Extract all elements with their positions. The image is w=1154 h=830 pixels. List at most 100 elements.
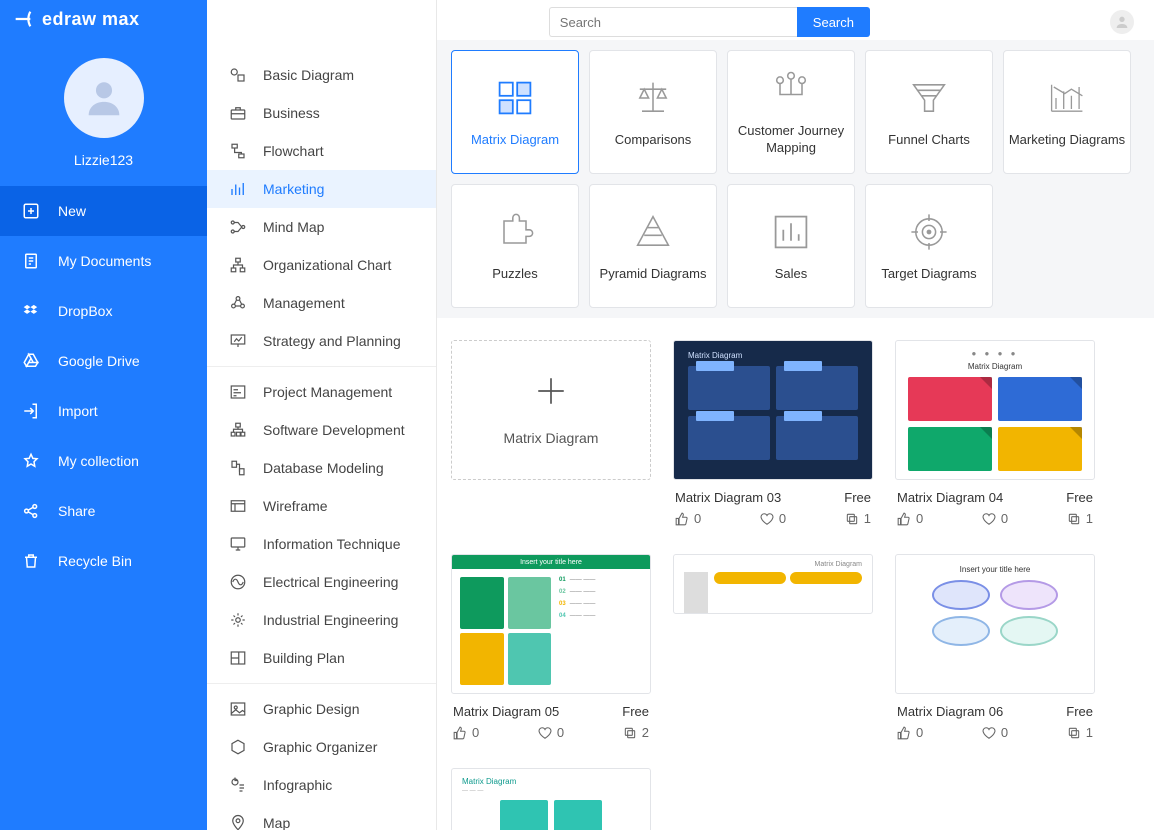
thumb-bar: Insert your title here	[452, 555, 650, 569]
sidebar-left: edraw max Lizzie123 New My Documents Dro…	[0, 0, 207, 830]
cat-software[interactable]: Software Development	[207, 411, 436, 449]
hex-icon	[229, 738, 247, 756]
tile-journey[interactable]: Customer Journey Mapping	[727, 50, 855, 174]
tile-sales[interactable]: Sales	[727, 184, 855, 308]
template-card[interactable]: Insert your title here01—— ——02—— ——03——…	[451, 554, 651, 748]
thumb-title: Matrix Diagram	[462, 777, 640, 786]
fav-stat[interactable]: 0	[982, 511, 1008, 526]
fav-stat[interactable]: 0	[982, 725, 1008, 740]
tile-puzzles[interactable]: Puzzles	[451, 184, 579, 308]
cat-info-tech[interactable]: Information Technique	[207, 525, 436, 563]
heart-icon	[982, 512, 996, 526]
avatar[interactable]	[64, 58, 144, 138]
cat-mindmap[interactable]: Mind Map	[207, 208, 436, 246]
like-count: 0	[694, 511, 701, 526]
tile-pyramid[interactable]: Pyramid Diagrams	[589, 184, 717, 308]
cat-strategy[interactable]: Strategy and Planning	[207, 322, 436, 360]
like-stat[interactable]: 0	[453, 725, 479, 740]
cat-label: Map	[263, 815, 290, 830]
thumb-title: Insert your title here	[910, 565, 1080, 574]
nav-import[interactable]: Import	[0, 386, 207, 436]
copy-stat[interactable]: 1	[1067, 511, 1093, 526]
thumbsup-icon	[897, 726, 911, 740]
nav-new[interactable]: New	[0, 186, 207, 236]
tile-target[interactable]: Target Diagrams	[865, 184, 993, 308]
template-card[interactable]: Insert your title here Matrix Diagram 06…	[895, 554, 1095, 748]
nav-gdrive[interactable]: Google Drive	[0, 336, 207, 386]
tile-funnel[interactable]: Funnel Charts	[865, 50, 993, 174]
trash-icon	[22, 552, 40, 570]
nav-label: New	[58, 203, 86, 219]
tile-matrix-diagram[interactable]: Matrix Diagram	[451, 50, 579, 174]
plus-icon	[534, 374, 568, 408]
template-price: Free	[1066, 490, 1093, 505]
matrix-icon	[493, 76, 537, 120]
cat-business[interactable]: Business	[207, 94, 436, 132]
search-button[interactable]: Search	[797, 7, 870, 37]
cat-label: Industrial Engineering	[263, 612, 398, 628]
nav-label: Recycle Bin	[58, 553, 132, 569]
target-icon	[907, 210, 951, 254]
profile-icon[interactable]	[1110, 10, 1134, 34]
cat-electrical[interactable]: Electrical Engineering	[207, 563, 436, 601]
cat-flowchart[interactable]: Flowchart	[207, 132, 436, 170]
nav-recycle[interactable]: Recycle Bin	[0, 536, 207, 586]
cat-label: Information Technique	[263, 536, 401, 552]
template-card[interactable]: ● ● ● ●Matrix Diagram Matrix Diagram 04F…	[895, 340, 1095, 534]
cat-building[interactable]: Building Plan	[207, 639, 436, 677]
copy-icon	[1067, 726, 1081, 740]
cat-graphic-org[interactable]: Graphic Organizer	[207, 728, 436, 766]
cat-graphic-design[interactable]: Graphic Design	[207, 690, 436, 728]
copy-stat[interactable]: 1	[1067, 725, 1093, 740]
cat-infographic[interactable]: Infographic	[207, 766, 436, 804]
copy-stat[interactable]: 2	[623, 725, 649, 740]
floorplan-icon	[229, 649, 247, 667]
nav-collection[interactable]: My collection	[0, 436, 207, 486]
thumbsup-icon	[897, 512, 911, 526]
cat-orgchart[interactable]: Organizational Chart	[207, 246, 436, 284]
template-thumb: Matrix Diagram	[673, 340, 873, 480]
gear-icon	[229, 611, 247, 629]
cat-label: Project Management	[263, 384, 392, 400]
nav-label: Share	[58, 503, 95, 519]
cat-basic-diagram[interactable]: Basic Diagram	[207, 56, 436, 94]
template-create[interactable]: Matrix Diagram	[451, 340, 651, 534]
fav-count: 0	[779, 511, 786, 526]
fav-stat[interactable]: 0	[538, 725, 564, 740]
fav-count: 0	[557, 725, 564, 740]
topbar: Search	[437, 0, 1154, 40]
cat-map[interactable]: Map	[207, 804, 436, 830]
db-icon	[229, 459, 247, 477]
cat-industrial[interactable]: Industrial Engineering	[207, 601, 436, 639]
copy-count: 1	[1086, 511, 1093, 526]
nav-label: My Documents	[58, 253, 151, 269]
copy-stat[interactable]: 1	[845, 511, 871, 526]
pyramid-icon	[631, 210, 675, 254]
tile-marketing-diagrams[interactable]: Marketing Diagrams	[1003, 50, 1131, 174]
cat-marketing[interactable]: Marketing	[207, 170, 436, 208]
fav-stat[interactable]: 0	[760, 511, 786, 526]
nav-share[interactable]: Share	[0, 486, 207, 536]
heart-icon	[538, 726, 552, 740]
cat-wireframe[interactable]: Wireframe	[207, 487, 436, 525]
template-title: Matrix Diagram 06	[897, 704, 1003, 719]
search-input[interactable]	[549, 7, 797, 37]
cat-project[interactable]: Project Management	[207, 373, 436, 411]
cluster-icon	[229, 294, 247, 312]
like-stat[interactable]: 0	[675, 511, 701, 526]
tile-comparisons[interactable]: Comparisons	[589, 50, 717, 174]
nav-dropbox[interactable]: DropBox	[0, 286, 207, 336]
share-icon	[22, 502, 40, 520]
cat-management[interactable]: Management	[207, 284, 436, 322]
template-thumb: Insert your title here01—— ——02—— ——03——…	[451, 554, 651, 694]
like-stat[interactable]: 0	[897, 725, 923, 740]
cat-label: Infographic	[263, 777, 332, 793]
template-thumb: Insert your title here	[895, 554, 1095, 694]
nav-mydocs[interactable]: My Documents	[0, 236, 207, 286]
cat-database[interactable]: Database Modeling	[207, 449, 436, 487]
like-stat[interactable]: 0	[897, 511, 923, 526]
cat-label: Database Modeling	[263, 460, 384, 476]
template-card-partial[interactable]: Matrix Diagram	[673, 554, 873, 748]
template-card[interactable]: Matrix Diagram— — — Matrix Diagram 07Fre…	[451, 768, 651, 830]
template-card[interactable]: Matrix Diagram Matrix Diagram 03Free 0 0…	[673, 340, 873, 534]
